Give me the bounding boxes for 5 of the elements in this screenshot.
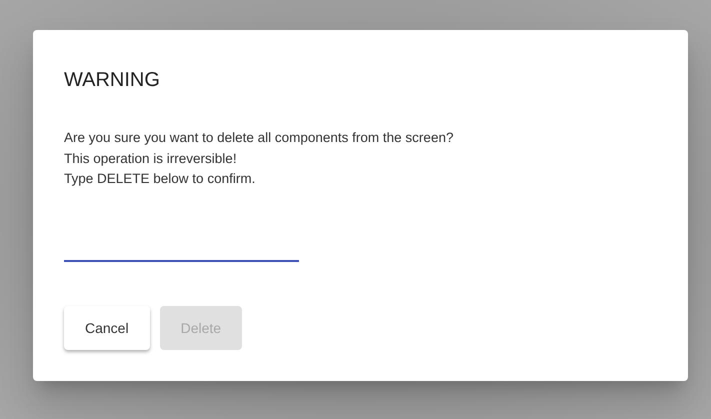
cancel-button[interactable]: Cancel [64, 306, 150, 350]
dialog-title: WARNING [64, 68, 161, 93]
message-text: Type DELETE below to confirm. [64, 170, 256, 188]
message-text: Are you sure you want to delete all components from the screen? [64, 129, 454, 147]
message-text: This operation is irreversible! [64, 150, 238, 168]
